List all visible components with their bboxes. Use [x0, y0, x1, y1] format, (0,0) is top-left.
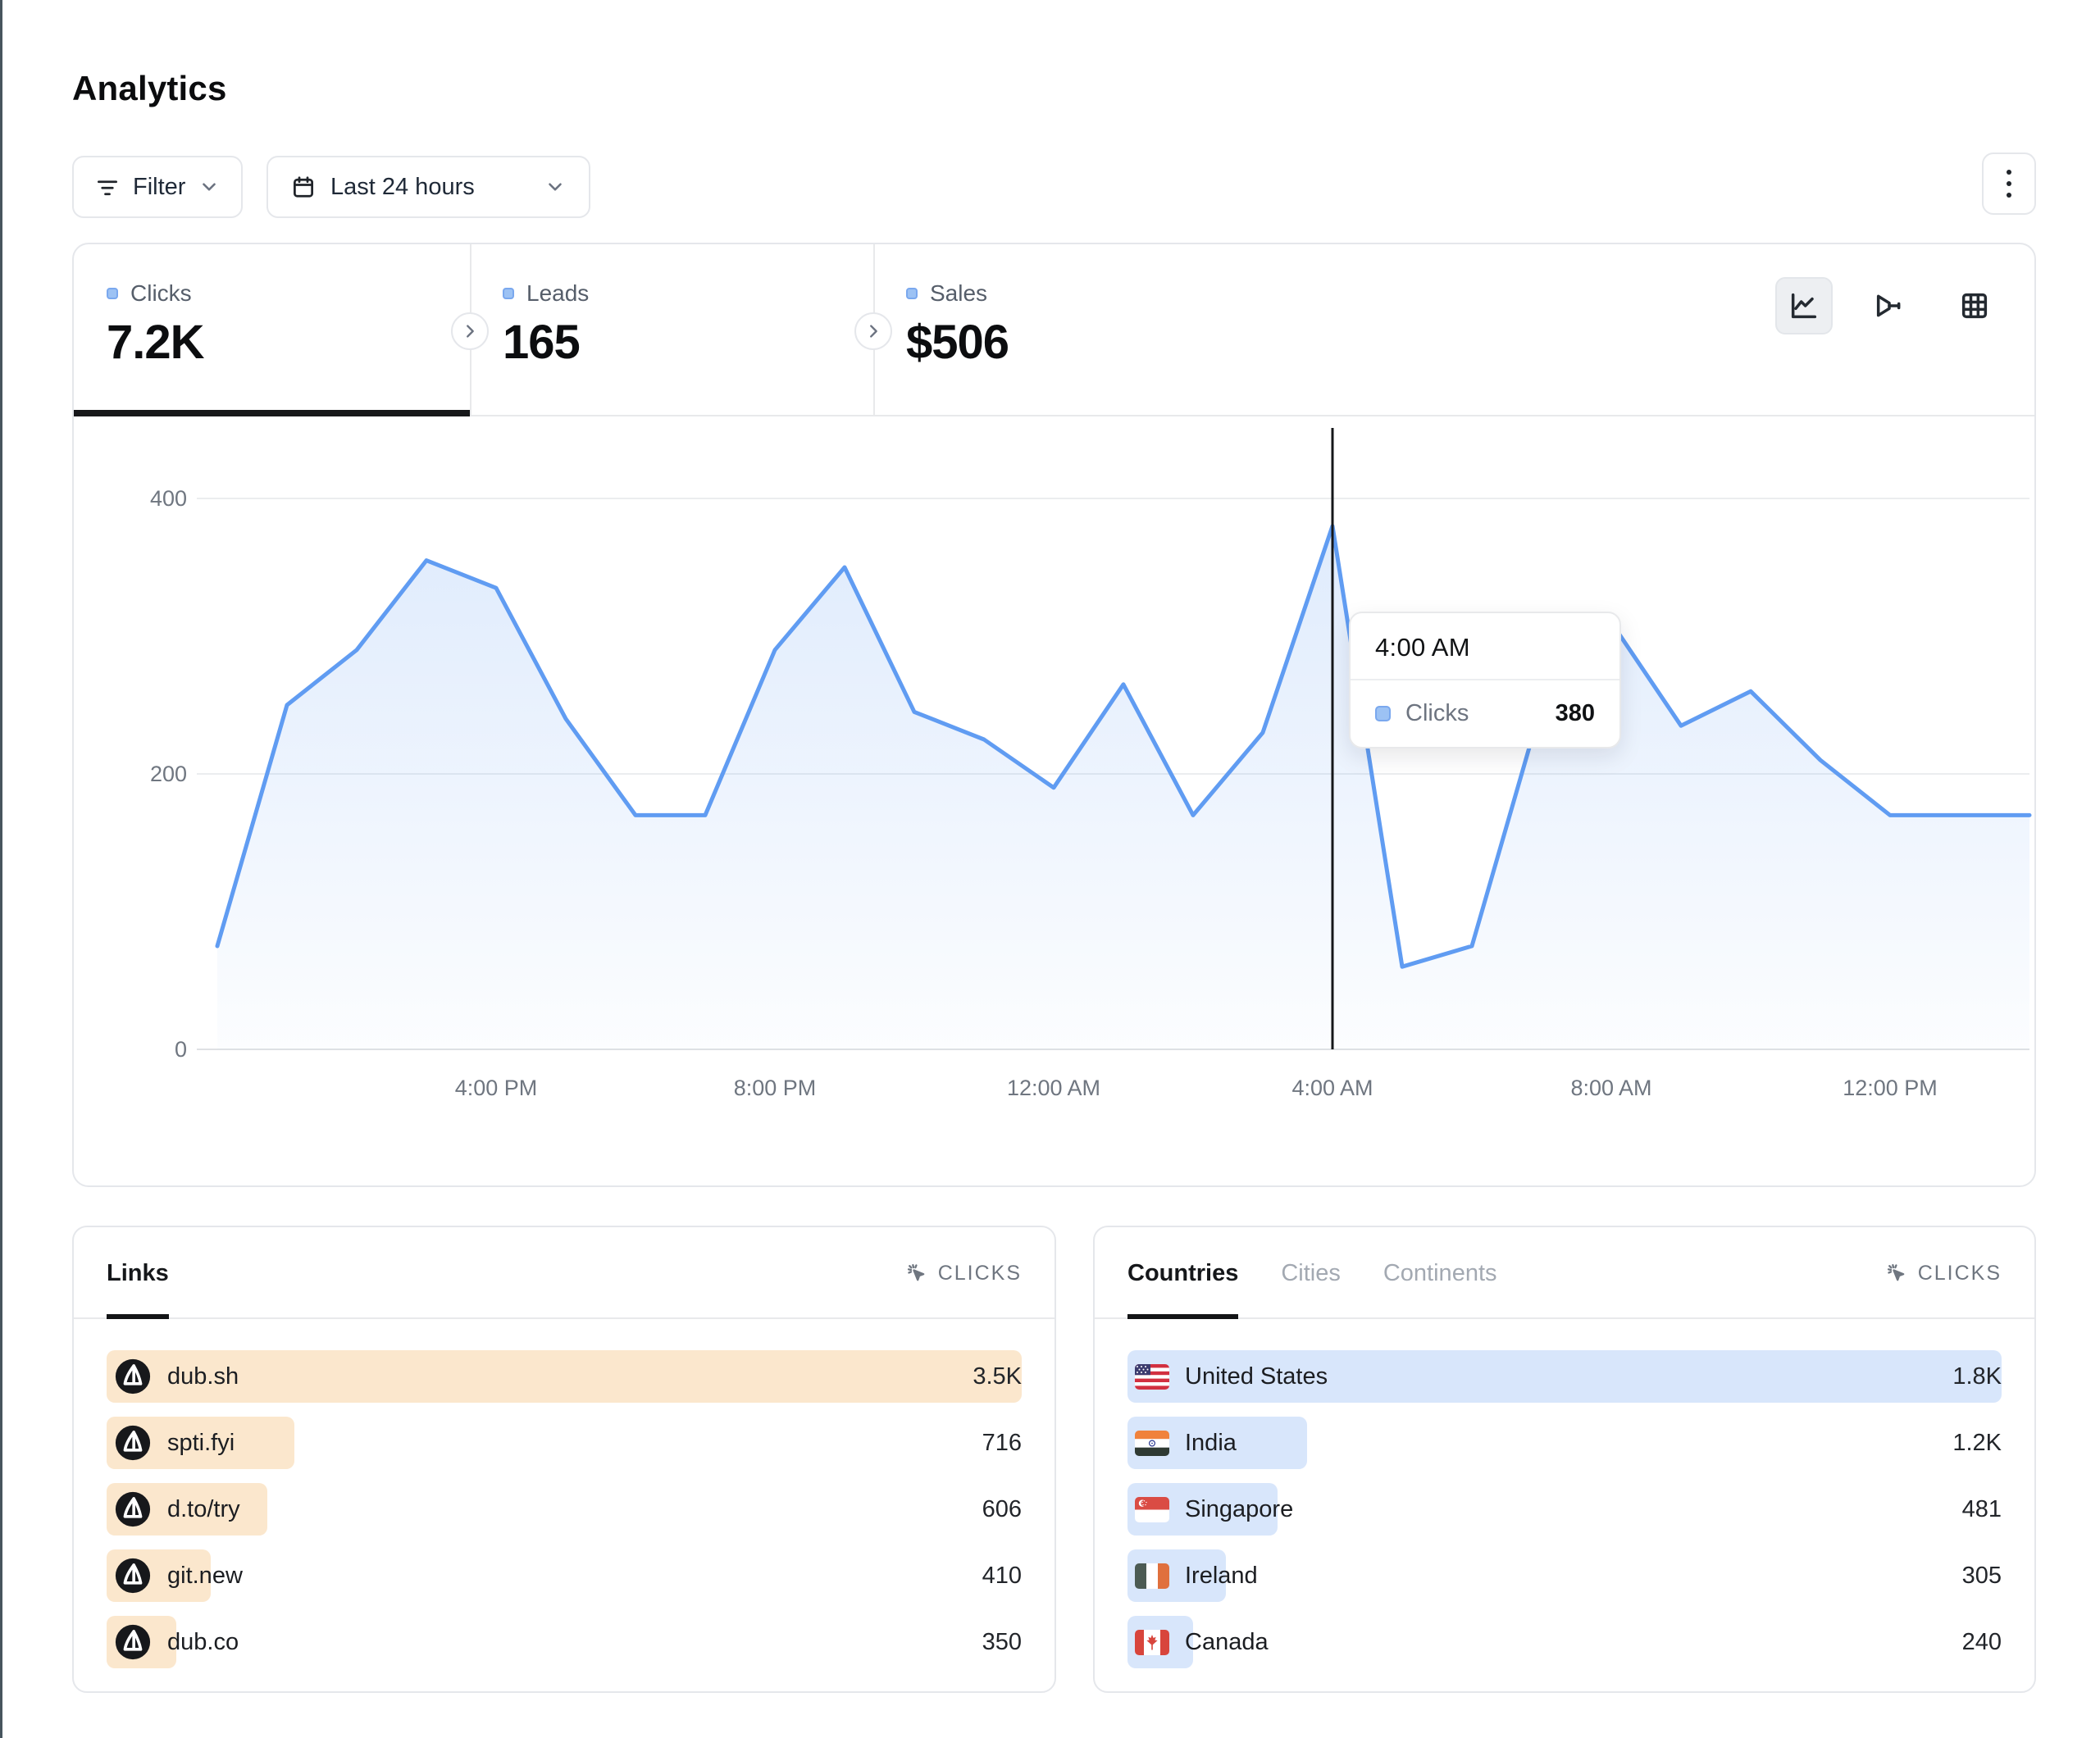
funnel-view-button[interactable] [1861, 277, 1918, 334]
tooltip-value: 380 [1556, 700, 1595, 727]
chart-tooltip: 4:00 AM Clicks 380 [1349, 612, 1621, 748]
date-range-button[interactable]: Last 24 hours [266, 156, 590, 218]
dub-logo-icon [114, 1557, 152, 1595]
dub-logo-icon [114, 1623, 152, 1661]
more-options-button[interactable] [1982, 152, 2036, 215]
page-title: Analytics [72, 69, 227, 108]
line-chart-view-button[interactable] [1775, 277, 1833, 334]
tab-countries[interactable]: Countries [1127, 1227, 1238, 1319]
tooltip-series-chip [1375, 706, 1391, 721]
analytics-page: Analytics Filter Last 24 hours [0, 0, 2100, 1738]
stat-card-sales[interactable]: Sales $506 [873, 244, 1365, 415]
svg-text:200: 200 [150, 762, 187, 786]
link-row-d-to-try[interactable]: d.to/try 606 [107, 1483, 1022, 1536]
calendar-icon [291, 175, 316, 199]
expand-leads-button[interactable] [854, 312, 892, 350]
kebab-icon [2007, 170, 2011, 198]
active-stat-indicator [74, 410, 470, 416]
flag-canada-icon [1135, 1630, 1169, 1655]
country-row-singapore[interactable]: Singapore 481 [1127, 1483, 2002, 1536]
chart-view-toggles [1775, 277, 2003, 334]
svg-text:8:00 PM: 8:00 PM [734, 1076, 817, 1100]
chevron-down-icon [544, 176, 566, 198]
table-view-button[interactable] [1946, 277, 2003, 334]
country-row-ireland[interactable]: Ireland 305 [1127, 1549, 2002, 1602]
filter-label: Filter [133, 174, 185, 201]
flag-singapore-icon [1135, 1497, 1169, 1522]
svg-text:12:00 PM: 12:00 PM [1843, 1076, 1938, 1100]
chevron-down-icon [198, 176, 220, 198]
clicks-value: 7.2K [107, 315, 470, 370]
stats-header: Clicks 7.2K Leads 165 Sales $506 [74, 244, 2034, 416]
cursor-click-icon [905, 1262, 928, 1285]
filter-icon [95, 175, 120, 199]
links-list: dub.sh 3.5K spti.fyi 716 [74, 1319, 1055, 1668]
link-row-dub-sh[interactable]: dub.sh 3.5K [107, 1350, 1022, 1403]
tab-links[interactable]: Links [107, 1227, 169, 1319]
funnel-icon [1873, 289, 1906, 322]
countries-list: United States 1.8K India 1.2K [1095, 1319, 2034, 1668]
country-row-canada[interactable]: Canada 240 [1127, 1616, 2002, 1668]
svg-text:400: 400 [150, 486, 187, 511]
tab-continents[interactable]: Continents [1383, 1227, 1497, 1319]
flag-india-icon [1135, 1431, 1169, 1456]
leads-value: 165 [503, 315, 873, 370]
links-panel: Links CLICKS dub.sh 3.5K [72, 1226, 1056, 1693]
flag-ireland-icon [1135, 1563, 1169, 1589]
svg-text:0: 0 [175, 1037, 187, 1062]
dub-logo-icon [114, 1424, 152, 1462]
tooltip-series-label: Clicks [1405, 700, 1469, 727]
link-row-dub-co[interactable]: dub.co 350 [107, 1616, 1022, 1668]
clicks-series-chip [107, 288, 118, 299]
expand-clicks-button[interactable] [451, 312, 489, 350]
country-row-united-states[interactable]: United States 1.8K [1127, 1350, 2002, 1403]
table-grid-icon [1958, 289, 1991, 322]
svg-text:8:00 AM: 8:00 AM [1570, 1076, 1651, 1100]
dub-logo-icon [114, 1490, 152, 1528]
link-row-spti-fyi[interactable]: spti.fyi 716 [107, 1417, 1022, 1469]
countries-panel: Countries Cities Continents CLICKS Unit [1093, 1226, 2036, 1693]
stat-card-leads[interactable]: Leads 165 [470, 244, 873, 415]
links-metric-selector[interactable]: CLICKS [905, 1262, 1022, 1285]
link-row-git-new[interactable]: git.new 410 [107, 1549, 1022, 1602]
tab-cities[interactable]: Cities [1281, 1227, 1341, 1319]
countries-metric-selector[interactable]: CLICKS [1885, 1262, 2002, 1285]
line-chart-icon [1788, 289, 1820, 322]
svg-text:4:00 AM: 4:00 AM [1291, 1076, 1373, 1100]
analytics-chart-panel: Clicks 7.2K Leads 165 Sales $506 [72, 243, 2036, 1187]
filter-button[interactable]: Filter [72, 156, 243, 218]
dub-logo-icon [114, 1358, 152, 1395]
country-row-india[interactable]: India 1.2K [1127, 1417, 2002, 1469]
flag-us-icon [1135, 1364, 1169, 1390]
area-chart[interactable]: 0 200 400 4:00 PM 8:00 PM 12:00 AM 4:00 AM 8:00… [74, 416, 2038, 1185]
stat-card-clicks[interactable]: Clicks 7.2K [74, 244, 470, 415]
svg-text:12:00 AM: 12:00 AM [1007, 1076, 1100, 1100]
sales-series-chip [906, 288, 918, 299]
tooltip-time: 4:00 AM [1351, 613, 1619, 680]
svg-text:4:00 PM: 4:00 PM [455, 1076, 538, 1100]
leads-series-chip [503, 288, 514, 299]
sales-value: $506 [906, 315, 1365, 370]
cursor-click-icon [1885, 1262, 1908, 1285]
date-range-label: Last 24 hours [330, 174, 475, 201]
clicks-time-series-chart[interactable]: 0 200 400 4:00 PM 8:00 PM 12:00 AM 4:00 AM 8:00… [74, 416, 2034, 1185]
